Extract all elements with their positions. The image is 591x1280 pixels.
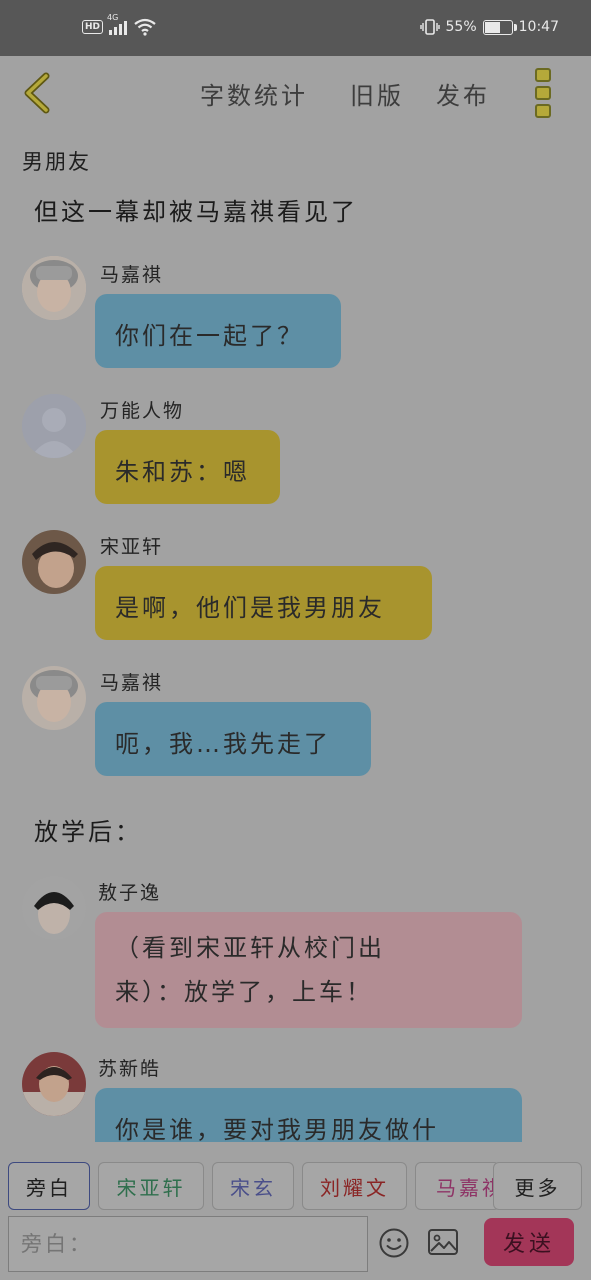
person-photo-icon	[22, 876, 86, 940]
narration-text: 放学后：	[34, 818, 142, 846]
avatar[interactable]	[22, 530, 86, 594]
sender-name: 宋亚轩	[100, 536, 164, 558]
default-user-icon	[22, 394, 86, 458]
chat-title: 男朋友	[22, 150, 91, 174]
chat-area[interactable]: 但这一幕却被马嘉祺看见了 马嘉祺 你们在一起了？ 万能人物 朱和苏：嗯 宋亚轩 …	[0, 186, 591, 1142]
old-version-button[interactable]: 旧版	[350, 76, 404, 111]
vibrate-icon	[419, 19, 440, 35]
message-bubble[interactable]: 你是谁，要对我男朋友做什	[95, 1088, 522, 1142]
message-bubble[interactable]: 你们在一起了？	[95, 294, 341, 368]
role-chip-narrator[interactable]: 旁白	[8, 1162, 90, 1210]
sender-name: 苏新皓	[98, 1058, 162, 1080]
publish-button[interactable]: 发布	[436, 76, 490, 111]
message-line: （看到宋亚轩从校门出	[115, 934, 385, 962]
role-chip-song-xuan[interactable]: 宋玄	[212, 1162, 294, 1210]
avatar[interactable]	[22, 666, 86, 730]
person-photo-icon	[22, 1052, 86, 1116]
person-photo-icon	[22, 666, 86, 730]
message-bubble[interactable]: 是啊，他们是我男朋友	[95, 566, 432, 640]
narration-partial: 但这一幕却被马嘉祺看见了	[34, 198, 358, 226]
sender-name: 敖子逸	[98, 882, 162, 904]
status-bar: HD 4G 55% 10:47	[0, 0, 591, 56]
wifi-icon	[134, 18, 156, 36]
hd-indicator: HD	[82, 20, 104, 34]
role-chip-ma-jiaqi[interactable]: 马嘉祺	[415, 1162, 500, 1210]
send-button[interactable]: 发送	[484, 1218, 574, 1266]
avatar[interactable]	[22, 256, 86, 320]
message-bubble[interactable]: 呃，我…我先走了	[95, 702, 371, 776]
person-photo-icon	[22, 256, 86, 320]
back-icon[interactable]	[18, 70, 58, 116]
avatar[interactable]	[22, 394, 86, 458]
image-icon[interactable]	[427, 1227, 459, 1257]
message-bubble[interactable]: （看到宋亚轩从校门出 来）：放学了，上车！	[95, 912, 522, 1028]
battery-percent: 55%	[445, 19, 477, 35]
avatar[interactable]	[22, 876, 86, 940]
role-chip-song-yaxuan[interactable]: 宋亚轩	[98, 1162, 204, 1210]
more-roles-button[interactable]: 更多	[493, 1162, 582, 1210]
message-line: 来）：放学了，上车！	[115, 978, 373, 1006]
more-menu-icon[interactable]	[530, 68, 556, 118]
avatar[interactable]	[22, 1052, 86, 1116]
message-bubble[interactable]: 朱和苏：嗯	[95, 430, 280, 504]
network-label: 4G	[107, 13, 119, 22]
clock: 10:47	[518, 19, 559, 35]
role-chip-liu-yaowen[interactable]: 刘耀文	[302, 1162, 407, 1210]
signal-icon: 4G	[107, 13, 128, 35]
person-photo-icon	[22, 530, 86, 594]
sender-name: 马嘉祺	[100, 264, 164, 286]
emoji-icon[interactable]	[378, 1227, 410, 1259]
battery-icon	[482, 19, 517, 35]
sender-name: 万能人物	[100, 400, 185, 422]
message-input[interactable]	[8, 1216, 368, 1272]
sender-name: 马嘉祺	[100, 672, 164, 694]
word-count-button[interactable]: 字数统计	[200, 76, 308, 111]
